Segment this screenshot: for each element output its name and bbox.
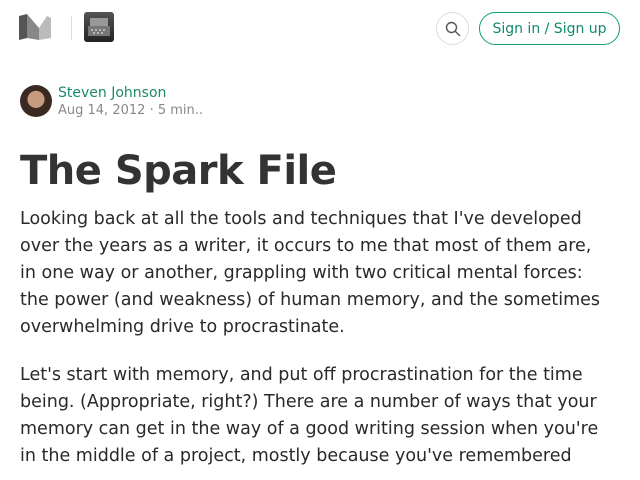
text-line: Let's start with memory, and put off pro… [20,365,583,385]
sign-in-button[interactable]: Sign in / Sign up [479,12,620,45]
text-line: in the middle of a project, mostly becau… [20,446,572,466]
typewriter-icon[interactable] [84,12,114,42]
read-time: 5 min.. [157,103,204,118]
text-line: over the years as a writer, it occurs to… [20,236,592,256]
divider [71,16,72,40]
search-button[interactable] [436,12,469,45]
paragraph: Looking back at all the tools and techni… [20,206,600,341]
post-meta: Aug 14, 2012 · 5 min.. [58,103,203,118]
post-date: Aug 14, 2012 [58,103,146,118]
text-line: overwhelming drive to procrastinate. [20,317,345,337]
medium-logo-icon[interactable] [19,14,51,40]
article-title: The Spark File [20,148,337,194]
search-icon [445,21,460,36]
top-nav: Sign in / Sign up [0,0,640,56]
text-line: the power (and weakness) of human memory… [20,290,601,310]
text-line: Looking back at all the tools and techni… [20,209,582,229]
author-name[interactable]: Steven Johnson [58,85,166,101]
text-line: memory can get in the way of a good writ… [20,419,599,439]
paragraph: Let's start with memory, and put off pro… [20,362,598,470]
avatar[interactable] [20,85,52,117]
text-line: in one way or another, grappling with tw… [20,263,583,283]
text-line: being. (Appropriate, right?) There are a… [20,392,597,412]
meta-separator: · [149,103,154,118]
